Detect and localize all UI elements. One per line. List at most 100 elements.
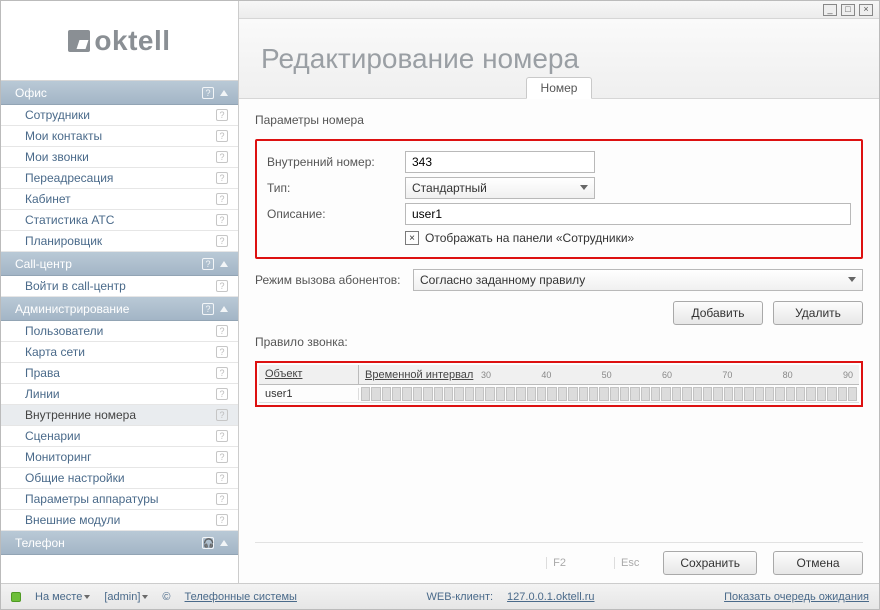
table-row[interactable]: user1 [259, 385, 859, 403]
sidebar-item[interactable]: Планировщик [1, 231, 238, 252]
timeline-cell[interactable] [713, 387, 722, 401]
show-queue-link[interactable]: Показать очередь ожидания [724, 591, 869, 603]
sidebar-item[interactable]: Сценарии [1, 426, 238, 447]
timeline-cell[interactable] [371, 387, 380, 401]
show-panel-checkbox[interactable]: × [405, 231, 419, 245]
timeline-cell[interactable] [734, 387, 743, 401]
item-icon [216, 451, 228, 463]
close-button[interactable]: × [859, 4, 873, 16]
timeline-cell[interactable] [806, 387, 815, 401]
minimize-button[interactable]: _ [823, 4, 837, 16]
timeline-cell[interactable] [775, 387, 784, 401]
timeline-cell[interactable] [496, 387, 505, 401]
timeline-cell[interactable] [579, 387, 588, 401]
sidebar-item[interactable]: Линии [1, 384, 238, 405]
internal-number-input[interactable] [405, 151, 595, 173]
timeline-cell[interactable] [848, 387, 857, 401]
sidebar-group[interactable]: Администрирование [1, 297, 238, 321]
sidebar-item[interactable]: Права [1, 363, 238, 384]
call-mode-select[interactable]: Согласно заданному правилу [413, 269, 863, 291]
timeline-cell[interactable] [724, 387, 733, 401]
sidebar-item[interactable]: Мои звонки [1, 147, 238, 168]
sidebar-item[interactable]: Параметры аппаратуры [1, 489, 238, 510]
save-button[interactable]: Сохранить [663, 551, 757, 575]
timeline-cell[interactable] [434, 387, 443, 401]
col-object[interactable]: Объект [259, 365, 359, 384]
timeline-cell[interactable] [568, 387, 577, 401]
timeline-cell[interactable] [454, 387, 463, 401]
sidebar-item[interactable]: Мои контакты [1, 126, 238, 147]
timeline-cell[interactable] [444, 387, 453, 401]
timeline-cell[interactable] [382, 387, 391, 401]
timeline-cell[interactable] [589, 387, 598, 401]
sidebar-item[interactable]: Внутренние номера [1, 405, 238, 426]
description-input[interactable] [405, 203, 851, 225]
timeline-cell[interactable] [796, 387, 805, 401]
timeline-cell[interactable] [413, 387, 422, 401]
timeline-cell[interactable] [423, 387, 432, 401]
col-interval[interactable]: Временной интервал 30405060708090 [359, 365, 859, 384]
timeline-cell[interactable] [838, 387, 847, 401]
main: _ □ × Редактирование номера Номер Параме… [239, 1, 879, 583]
timeline-cell[interactable] [630, 387, 639, 401]
sidebar-group[interactable]: Телефон [1, 531, 238, 555]
delete-button[interactable]: Удалить [773, 301, 863, 325]
timeline-cell[interactable] [506, 387, 515, 401]
timeline-cell[interactable] [610, 387, 619, 401]
row-timeline[interactable] [359, 386, 859, 402]
phone-systems-link[interactable]: Телефонные системы [185, 591, 297, 603]
sidebar-item[interactable]: Войти в call-центр [1, 276, 238, 297]
item-icon [216, 130, 228, 142]
timeline-cell[interactable] [744, 387, 753, 401]
chevron-down-icon [142, 595, 148, 599]
add-button[interactable]: Добавить [673, 301, 763, 325]
timeline-cell[interactable] [651, 387, 660, 401]
timeline-cell[interactable] [537, 387, 546, 401]
group-icon [202, 303, 214, 315]
sidebar-group[interactable]: Call-центр [1, 252, 238, 276]
timeline-cell[interactable] [392, 387, 401, 401]
timeline-cell[interactable] [485, 387, 494, 401]
timeline-cell[interactable] [827, 387, 836, 401]
maximize-button[interactable]: □ [841, 4, 855, 16]
cancel-button[interactable]: Отмена [773, 551, 863, 575]
timeline-cell[interactable] [516, 387, 525, 401]
sidebar-item[interactable]: Общие настройки [1, 468, 238, 489]
timeline-cell[interactable] [558, 387, 567, 401]
item-icon [216, 430, 228, 442]
timeline-cell[interactable] [765, 387, 774, 401]
sidebar-item[interactable]: Внешние модули [1, 510, 238, 531]
timeline-cell[interactable] [402, 387, 411, 401]
timeline-cell[interactable] [465, 387, 474, 401]
user-label[interactable]: [admin] [104, 591, 148, 603]
timeline-cell[interactable] [641, 387, 650, 401]
window-body: oktell ОфисСотрудникиМои контактыМои зво… [1, 1, 879, 583]
sidebar-item[interactable]: Пользователи [1, 321, 238, 342]
sidebar-item[interactable]: Кабинет [1, 189, 238, 210]
presence-label[interactable]: На месте [35, 591, 90, 603]
timeline-cell[interactable] [682, 387, 691, 401]
timeline-cell[interactable] [755, 387, 764, 401]
timeline-cell[interactable] [527, 387, 536, 401]
timeline-cell[interactable] [786, 387, 795, 401]
tab-number[interactable]: Номер [526, 77, 593, 99]
sidebar-item[interactable]: Статистика АТС [1, 210, 238, 231]
sidebar-item[interactable]: Карта сети [1, 342, 238, 363]
timeline-cell[interactable] [703, 387, 712, 401]
timeline-cell[interactable] [361, 387, 370, 401]
titlebar: _ □ × [239, 1, 879, 19]
webclient-link[interactable]: 127.0.0.1.oktell.ru [507, 591, 594, 603]
timeline-cell[interactable] [693, 387, 702, 401]
timeline-cell[interactable] [672, 387, 681, 401]
sidebar-item[interactable]: Сотрудники [1, 105, 238, 126]
type-select[interactable]: Стандартный [405, 177, 595, 199]
timeline-cell[interactable] [599, 387, 608, 401]
sidebar-item[interactable]: Переадресация [1, 168, 238, 189]
timeline-cell[interactable] [661, 387, 670, 401]
timeline-cell[interactable] [547, 387, 556, 401]
timeline-cell[interactable] [620, 387, 629, 401]
timeline-cell[interactable] [475, 387, 484, 401]
timeline-cell[interactable] [817, 387, 826, 401]
sidebar-group[interactable]: Офис [1, 81, 238, 105]
sidebar-item[interactable]: Мониторинг [1, 447, 238, 468]
